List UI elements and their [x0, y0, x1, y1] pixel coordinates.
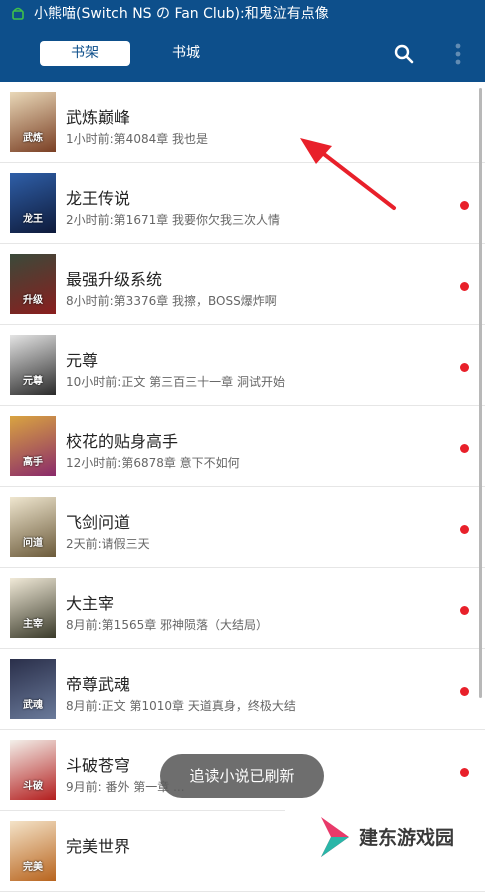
book-cover[interactable]: 龙王 [10, 173, 56, 233]
android-icon [12, 7, 24, 20]
red-arrow-icon [300, 138, 396, 210]
book-cover[interactable]: 武炼 [10, 92, 56, 152]
book-cover-text: 龙王 [23, 214, 43, 225]
book-latest-chapter: 1小时前:第4084章 我也是 [66, 132, 209, 146]
unread-dot-icon [460, 282, 469, 291]
unread-dot-icon [460, 525, 469, 534]
tab-bookshelf[interactable]: 书架 [40, 41, 130, 66]
book-latest-chapter: 10小时前:正文 第三百三十一章 洞试开始 [66, 375, 285, 389]
watermark: 建东游戏园 [285, 810, 485, 863]
book-latest-chapter: 8小时前:第3376章 我擦，BOSS爆炸啊 [66, 294, 277, 308]
book-title: 帝尊武魂 [66, 675, 131, 694]
book-title: 完美世界 [66, 837, 131, 856]
unread-dot-icon [460, 768, 469, 777]
book-latest-chapter: 12小时前:第6878章 意下不如何 [66, 456, 240, 470]
book-title: 大主宰 [66, 594, 115, 613]
book-title: 元尊 [66, 351, 99, 370]
watermark-logo-icon [321, 816, 349, 857]
toast-message: 追读小说已刷新 [160, 754, 324, 798]
book-title: 龙王传说 [66, 189, 131, 208]
book-row[interactable]: 高手 校花的贴身高手 12小时前:第6878章 意下不如何 [0, 406, 485, 487]
book-cover[interactable]: 元尊 [10, 335, 56, 395]
tab-bookstore[interactable]: 书城 [141, 41, 231, 66]
unread-dot-icon [460, 606, 469, 615]
book-cover[interactable]: 问道 [10, 497, 56, 557]
book-cover-text: 斗破 [23, 781, 43, 792]
unread-dot-icon [460, 201, 469, 210]
book-cover-text: 元尊 [23, 376, 43, 387]
search-icon[interactable] [392, 42, 416, 66]
book-cover-text: 武魂 [23, 700, 43, 711]
book-cover[interactable]: 完美 [10, 821, 56, 881]
book-title: 武炼巅峰 [66, 108, 131, 127]
book-latest-chapter: 8月前:第1565章 邪神陨落（大结局） [66, 618, 269, 632]
book-cover-text: 高手 [23, 457, 43, 468]
book-cover-text: 完美 [23, 862, 43, 873]
book-latest-chapter: 2天前:请假三天 [66, 537, 150, 551]
watermark-text: 建东游戏园 [359, 827, 455, 849]
book-cover-text: 主宰 [23, 619, 43, 630]
book-title: 飞剑问道 [66, 513, 131, 532]
book-cover-text: 升级 [23, 295, 43, 306]
unread-dot-icon [460, 444, 469, 453]
book-row[interactable]: 升级 最强升级系统 8小时前:第3376章 我擦，BOSS爆炸啊 [0, 244, 485, 325]
book-row[interactable]: 元尊 元尊 10小时前:正文 第三百三十一章 洞试开始 [0, 325, 485, 406]
book-row[interactable]: 武炼 武炼巅峰 1小时前:第4084章 我也是 [0, 82, 485, 163]
unread-dot-icon [460, 687, 469, 696]
status-bar: 小熊喵(Switch NS の Fan Club):和鬼泣有点像 [0, 0, 485, 26]
book-title: 校花的贴身高手 [66, 432, 179, 451]
book-latest-chapter: 8月前:正文 第1010章 天道真身，终极大结 [66, 699, 296, 713]
book-latest-chapter: 2小时前:第1671章 我要你欠我三次人情 [66, 213, 281, 227]
book-title: 最强升级系统 [66, 270, 163, 289]
book-cover[interactable]: 高手 [10, 416, 56, 476]
book-row[interactable]: 武魂 帝尊武魂 8月前:正文 第1010章 天道真身，终极大结 [0, 649, 485, 730]
book-cover[interactable]: 升级 [10, 254, 56, 314]
book-cover[interactable]: 武魂 [10, 659, 56, 719]
book-row[interactable]: 龙王 龙王传说 2小时前:第1671章 我要你欠我三次人情 [0, 163, 485, 244]
book-title: 斗破苍穹 [66, 756, 131, 775]
book-cover[interactable]: 主宰 [10, 578, 56, 638]
more-vert-icon[interactable] [448, 40, 468, 68]
book-row[interactable]: 主宰 大主宰 8月前:第1565章 邪神陨落（大结局） [0, 568, 485, 649]
status-notification-text: 小熊喵(Switch NS の Fan Club):和鬼泣有点像 [34, 6, 329, 22]
book-cover[interactable]: 斗破 [10, 740, 56, 800]
book-cover-text: 问道 [23, 538, 43, 549]
scrollbar[interactable] [479, 88, 482, 698]
book-row[interactable]: 问道 飞剑问道 2天前:请假三天 [0, 487, 485, 568]
book-cover-text: 武炼 [23, 133, 43, 144]
unread-dot-icon [460, 363, 469, 372]
app-bar: 书架 书城 [0, 26, 485, 82]
